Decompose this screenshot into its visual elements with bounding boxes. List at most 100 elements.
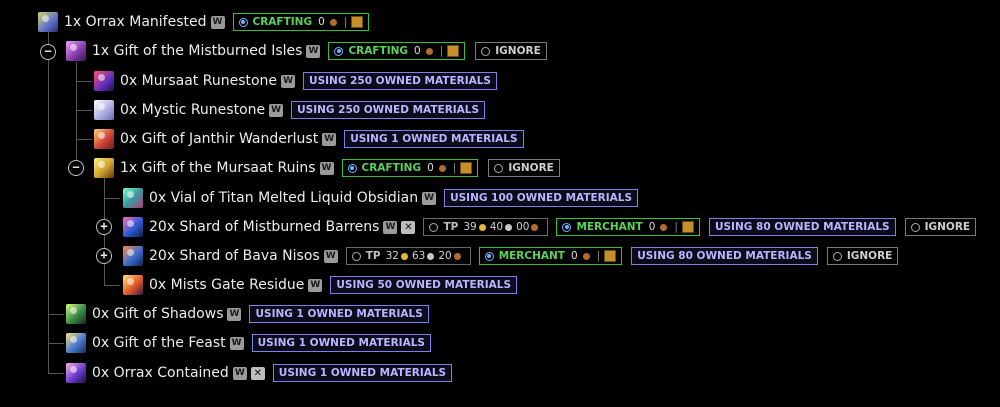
ignore-option[interactable]: IGNORE: [904, 218, 977, 236]
owned-materials-badge: USING 250 OWNED MATERIALS: [291, 101, 486, 119]
chest-icon: [460, 162, 473, 174]
copper-coin-icon: [425, 47, 433, 55]
tree-line: [76, 110, 92, 111]
shard-bava-nisos-icon: [123, 246, 143, 266]
item-name[interactable]: 20x Shard of Mistburned Barrens: [149, 219, 379, 235]
copper-coin-icon: [438, 164, 446, 172]
radio-icon: [429, 222, 439, 232]
wiki-icon[interactable]: W: [323, 249, 338, 263]
item-name[interactable]: 0x Mursaat Runestone: [120, 73, 277, 89]
gift-mursaat-ruins-icon: [94, 158, 114, 178]
ignore-option[interactable]: IGNORE: [488, 159, 560, 177]
item-name[interactable]: 0x Mists Gate Residue: [149, 277, 304, 293]
trading-post-option[interactable]: TP 39 40 00: [423, 218, 549, 236]
owned-materials-badge: USING 250 OWNED MATERIALS: [303, 72, 497, 90]
copper-coin-icon: [453, 252, 461, 260]
vial-obsidian-icon: [123, 188, 143, 208]
wiki-icon[interactable]: W: [281, 74, 296, 88]
owned-materials-badge: USING 1 OWNED MATERIALS: [251, 334, 431, 352]
wiki-icon[interactable]: W: [322, 132, 337, 146]
wiki-icon[interactable]: W: [269, 103, 284, 117]
wiki-icon[interactable]: W: [232, 366, 247, 380]
chest-icon: [447, 45, 460, 57]
tree-row: 0x Orrax Contained W ✕ USING 1 OWNED MAT…: [66, 361, 453, 385]
tree-row: 0x Gift of Janthir Wanderlust W USING 1 …: [94, 127, 524, 151]
tree-row: 0x Mists Gate Residue W USING 50 OWNED M…: [123, 273, 518, 297]
tree-row: 20x Shard of Bava Nisos W TP 32 63 20 MERCH…: [123, 244, 899, 268]
wiki-icon[interactable]: W: [229, 336, 244, 350]
recipe-tree: − − + + 1x Orrax Manifested W CRAFTING 0 |…: [0, 0, 1000, 407]
wiki-icon[interactable]: W: [383, 220, 398, 234]
item-name[interactable]: 1x Gift of the Mistburned Isles: [92, 43, 302, 59]
ignore-option[interactable]: IGNORE: [826, 247, 899, 265]
gift-of-the-feast-icon: [66, 333, 86, 353]
gold-coin-icon: [478, 223, 486, 231]
item-name[interactable]: 0x Gift of Janthir Wanderlust: [120, 131, 318, 147]
item-name[interactable]: 0x Orrax Contained: [92, 365, 229, 381]
trading-post-option[interactable]: TP 32 63 20: [345, 247, 471, 265]
tree-row: 0x Vial of Titan Melted Liquid Obsidian …: [123, 186, 639, 210]
tree-row: 1x Gift of the Mistburned Isles W CRAFTI…: [66, 39, 547, 63]
radio-icon: [832, 251, 842, 261]
item-name[interactable]: 0x Mystic Runestone: [120, 102, 265, 118]
tree-row: 1x Gift of the Mursaat Ruins W CRAFTING 0…: [94, 156, 560, 180]
wiki-icon[interactable]: W: [319, 161, 334, 175]
tree-line: [48, 314, 64, 315]
trading-post-icon[interactable]: ✕: [250, 366, 265, 380]
tree-line: [48, 343, 64, 344]
orrax-contained-icon: [66, 363, 86, 383]
tree-line: [76, 139, 92, 140]
wiki-icon[interactable]: W: [308, 278, 323, 292]
radio-icon: [351, 251, 361, 261]
item-name[interactable]: 20x Shard of Bava Nisos: [149, 248, 320, 264]
item-name[interactable]: 0x Gift of the Feast: [92, 335, 226, 351]
tree-row: 20x Shard of Mistburned Barrens W ✕ TP 39…: [123, 215, 977, 239]
ignore-option[interactable]: IGNORE: [475, 42, 547, 60]
owned-materials-badge: USING 50 OWNED MATERIALS: [330, 276, 518, 294]
item-name[interactable]: 1x Orrax Manifested: [64, 14, 207, 30]
merchant-option[interactable]: MERCHANT 0 |: [556, 218, 700, 236]
copper-coin-icon: [660, 223, 668, 231]
trading-post-icon[interactable]: ✕: [401, 220, 416, 234]
owned-materials-badge: USING 1 OWNED MATERIALS: [249, 305, 429, 323]
collapse-toggle[interactable]: −: [68, 160, 84, 176]
wiki-icon[interactable]: W: [306, 44, 321, 58]
item-name[interactable]: 0x Gift of Shadows: [92, 306, 223, 322]
copper-coin-icon: [531, 223, 539, 231]
item-name[interactable]: 1x Gift of the Mursaat Ruins: [120, 160, 316, 176]
copper-coin-icon: [582, 252, 590, 260]
wiki-icon[interactable]: W: [227, 307, 242, 321]
gift-janthir-wanderlust-icon: [94, 129, 114, 149]
crafting-option[interactable]: CRAFTING 0 |: [328, 42, 466, 60]
expand-toggle[interactable]: +: [96, 248, 112, 264]
silver-coin-icon: [505, 223, 513, 231]
mystic-runestone-icon: [94, 100, 114, 120]
owned-materials-badge: USING 100 OWNED MATERIALS: [444, 189, 639, 207]
radio-selected-icon: [562, 222, 572, 232]
chest-icon: [604, 250, 617, 262]
chest-icon: [351, 16, 364, 28]
shard-mistburned-barrens-icon: [123, 217, 143, 237]
item-name[interactable]: 0x Vial of Titan Melted Liquid Obsidian: [149, 190, 418, 206]
merchant-option[interactable]: MERCHANT 0 |: [478, 247, 623, 265]
gold-coin-icon: [400, 252, 408, 260]
crafting-option[interactable]: CRAFTING 0 |: [341, 159, 479, 177]
tree-row: 0x Mystic Runestone W USING 250 OWNED MA…: [94, 98, 486, 122]
tree-row: 0x Gift of Shadows W USING 1 OWNED MATER…: [66, 302, 429, 326]
wiki-icon[interactable]: W: [422, 191, 437, 205]
tree-line: [76, 62, 77, 170]
collapse-toggle[interactable]: −: [40, 44, 56, 60]
owned-materials-badge: USING 1 OWNED MATERIALS: [344, 130, 524, 148]
crafting-option[interactable]: CRAFTING 0 |: [232, 13, 370, 31]
orrax-manifested-icon: [38, 12, 58, 32]
chest-icon: [681, 221, 694, 233]
wiki-icon[interactable]: W: [210, 15, 225, 29]
copper-coin-icon: [329, 18, 337, 26]
silver-coin-icon: [427, 252, 435, 260]
radio-selected-icon: [238, 17, 248, 27]
gift-mistburned-isles-icon: [66, 41, 86, 61]
expand-toggle[interactable]: +: [96, 219, 112, 235]
radio-icon: [910, 222, 920, 232]
owned-materials-badge: USING 1 OWNED MATERIALS: [272, 364, 453, 382]
tree-line: [104, 198, 120, 199]
